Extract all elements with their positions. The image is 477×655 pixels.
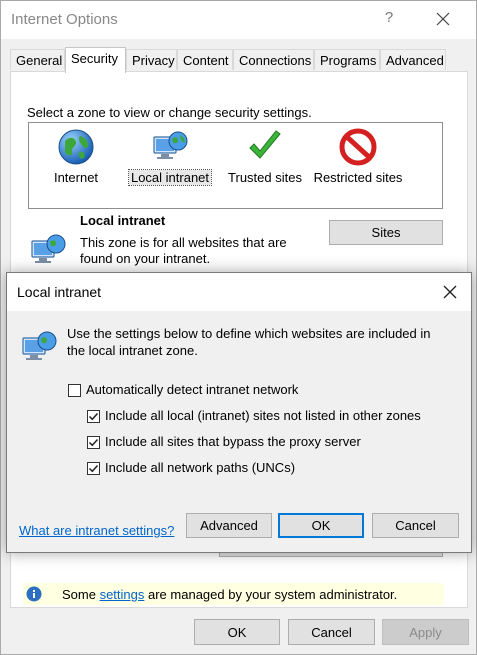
zone-label: Restricted sites [313, 170, 403, 185]
dialog-ok-button[interactable]: OK [278, 513, 364, 538]
apply-button[interactable]: Apply [382, 619, 469, 645]
zone-label: Trusted sites [228, 170, 302, 185]
include-unc-paths-checkbox[interactable] [87, 462, 100, 475]
zone-label: Internet [53, 170, 99, 185]
admin-info-bar: Some settings are managed by your system… [23, 583, 444, 605]
zone-label: Local intranet [127, 169, 213, 186]
window-title: Internet Options [11, 11, 118, 28]
auto-detect-checkbox[interactable] [68, 384, 81, 397]
help-button[interactable]: ? [379, 9, 399, 26]
dialog-cancel-button[interactable]: Cancel [372, 513, 459, 538]
zone-local-intranet[interactable]: Local intranet [127, 127, 213, 186]
tab-content[interactable]: Content [177, 49, 233, 70]
globe-icon [58, 129, 94, 165]
intranet-icon [153, 131, 188, 159]
intranet-icon [22, 331, 57, 360]
dialog-title-bar: Local intranet [7, 273, 471, 311]
checkmark-icon [88, 464, 99, 473]
include-local-sites-label: Include all local (intranet) sites not l… [105, 408, 421, 423]
tab-label: Security [71, 51, 118, 66]
zone-heading: Local intranet [80, 213, 166, 228]
include-unc-paths-label: Include all network paths (UNCs) [105, 460, 296, 475]
cancel-button[interactable]: Cancel [288, 619, 375, 645]
info-text: Some settings are managed by your system… [62, 587, 397, 602]
checkmark-icon [88, 438, 99, 447]
tab-label: Content [183, 53, 229, 68]
dialog-description-line1: Use the settings below to define which w… [67, 326, 431, 341]
tab-advanced[interactable]: Advanced [380, 49, 446, 70]
auto-detect-label: Automatically detect intranet network [86, 382, 299, 397]
zone-internet[interactable]: Internet [46, 127, 106, 185]
include-bypass-proxy-label: Include all sites that bypass the proxy … [105, 434, 361, 449]
close-icon[interactable] [431, 7, 455, 31]
intranet-icon [31, 234, 66, 263]
tab-security[interactable]: Security [65, 47, 126, 73]
local-intranet-dialog: Local intranet Use the settings below to… [6, 272, 472, 553]
tab-privacy[interactable]: Privacy [126, 49, 177, 70]
tab-label: Programs [320, 53, 377, 68]
checkmark-icon [88, 412, 99, 421]
zone-prompt: Select a zone to view or change security… [27, 105, 312, 120]
dialog-description-line2: the local intranet zone. [67, 343, 198, 358]
tab-connections[interactable]: Connections [233, 49, 314, 70]
zone-restricted-sites[interactable]: Restricted sites [310, 127, 406, 185]
info-icon [26, 586, 42, 602]
info-text-after: are managed by your system administrator… [144, 587, 398, 602]
include-local-sites-checkbox[interactable] [87, 410, 100, 423]
tab-label: General [16, 53, 63, 68]
include-bypass-proxy-checkbox[interactable] [87, 436, 100, 449]
dialog-title: Local intranet [17, 284, 102, 300]
checkmark-icon [249, 130, 281, 159]
intranet-settings-help-link[interactable]: What are intranet settings? [19, 523, 174, 538]
ok-button[interactable]: OK [194, 619, 280, 645]
settings-link[interactable]: settings [100, 587, 145, 602]
tab-label: Connections [239, 53, 312, 68]
close-icon[interactable] [440, 282, 460, 302]
tab-label: Privacy [132, 53, 175, 68]
advanced-button[interactable]: Advanced [186, 513, 272, 538]
no-entry-icon [339, 128, 377, 166]
zone-description-line2: found on your intranet. [80, 251, 211, 266]
zone-trusted-sites[interactable]: Trusted sites [223, 127, 307, 185]
zone-description-line1: This zone is for all websites that are [80, 235, 287, 250]
tab-general[interactable]: General [10, 49, 65, 70]
tab-programs[interactable]: Programs [314, 49, 380, 70]
title-bar: Internet Options ? [1, 1, 476, 39]
sites-button[interactable]: Sites [329, 220, 443, 245]
tab-label: Advanced [386, 53, 444, 68]
info-text-before: Some [62, 587, 100, 602]
